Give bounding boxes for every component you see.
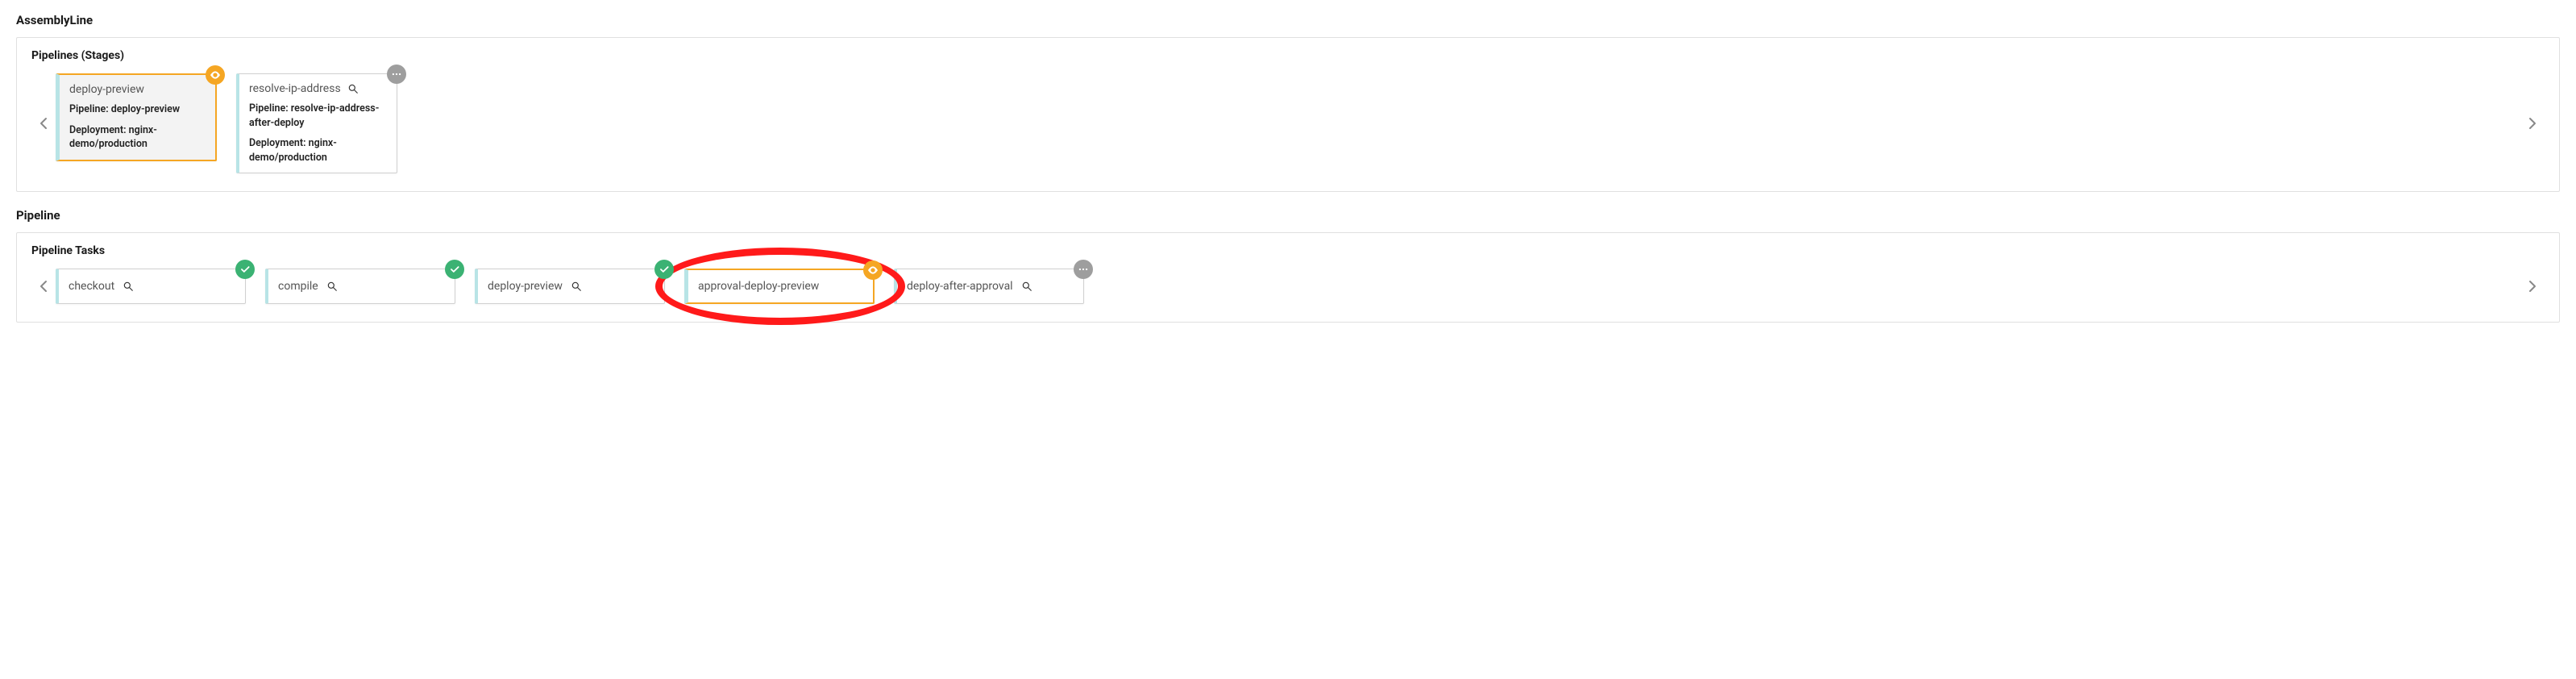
task-title: checkout: [69, 280, 114, 293]
stage-card-resolve-ip-address[interactable]: resolve-ip-address Pipeline: resolve-ip-…: [236, 73, 397, 173]
task-card-deploy-preview[interactable]: deploy-preview: [475, 269, 665, 304]
magnifier-icon[interactable]: [1021, 281, 1032, 292]
task-title: deploy-after-approval: [907, 280, 1013, 293]
tasks-panel: Pipeline Tasks checkout: [16, 232, 2560, 323]
pipeline-title: Pipeline: [16, 208, 2560, 223]
task-card-approval-deploy-preview[interactable]: approval-deploy-preview: [684, 269, 875, 304]
tasks-cards: checkout compile: [56, 269, 2520, 304]
magnifier-icon[interactable]: [123, 281, 134, 292]
stage-title: deploy-preview: [69, 83, 144, 96]
tasks-prev-button[interactable]: [31, 280, 56, 293]
magnifier-icon[interactable]: [326, 281, 338, 292]
chevron-right-icon: [2528, 280, 2537, 293]
task-card-checkout[interactable]: checkout: [56, 269, 246, 304]
stages-next-button[interactable]: [2520, 117, 2545, 130]
dots-icon: [1074, 260, 1093, 279]
stages-panel-title: Pipelines (Stages): [31, 49, 2545, 62]
task-title: compile: [278, 280, 318, 293]
stages-panel: Pipelines (Stages) deploy-preview Pipeli…: [16, 37, 2560, 192]
stage-deployment-label: Deployment: nginx-demo/production: [69, 123, 206, 152]
assemblyline-title: AssemblyLine: [16, 13, 2560, 27]
magnifier-icon[interactable]: [347, 83, 359, 94]
chevron-right-icon: [2528, 117, 2537, 130]
check-icon: [654, 260, 674, 279]
check-icon: [445, 260, 464, 279]
task-title: approval-deploy-preview: [698, 280, 819, 293]
magnifier-icon[interactable]: [571, 281, 582, 292]
stage-deployment-label: Deployment: nginx-demo/production: [249, 136, 387, 165]
stages-prev-button[interactable]: [31, 117, 56, 130]
stage-card-deploy-preview[interactable]: deploy-preview Pipeline: deploy-preview …: [56, 73, 217, 161]
tasks-next-button[interactable]: [2520, 280, 2545, 293]
chevron-left-icon: [39, 117, 48, 130]
check-icon: [235, 260, 255, 279]
eye-icon: [863, 260, 883, 280]
tasks-panel-title: Pipeline Tasks: [31, 244, 2545, 257]
task-card-deploy-after-approval[interactable]: deploy-after-approval: [894, 269, 1084, 304]
chevron-left-icon: [39, 280, 48, 293]
task-card-compile[interactable]: compile: [265, 269, 455, 304]
stage-pipeline-label: Pipeline: resolve-ip-address-after-deplo…: [249, 102, 387, 130]
stage-pipeline-label: Pipeline: deploy-preview: [69, 102, 206, 117]
eye-icon: [206, 65, 225, 85]
task-title: deploy-preview: [488, 280, 563, 293]
stage-title: resolve-ip-address: [249, 82, 341, 95]
stages-cards: deploy-preview Pipeline: deploy-preview …: [56, 73, 2520, 173]
dots-icon: [387, 65, 406, 84]
